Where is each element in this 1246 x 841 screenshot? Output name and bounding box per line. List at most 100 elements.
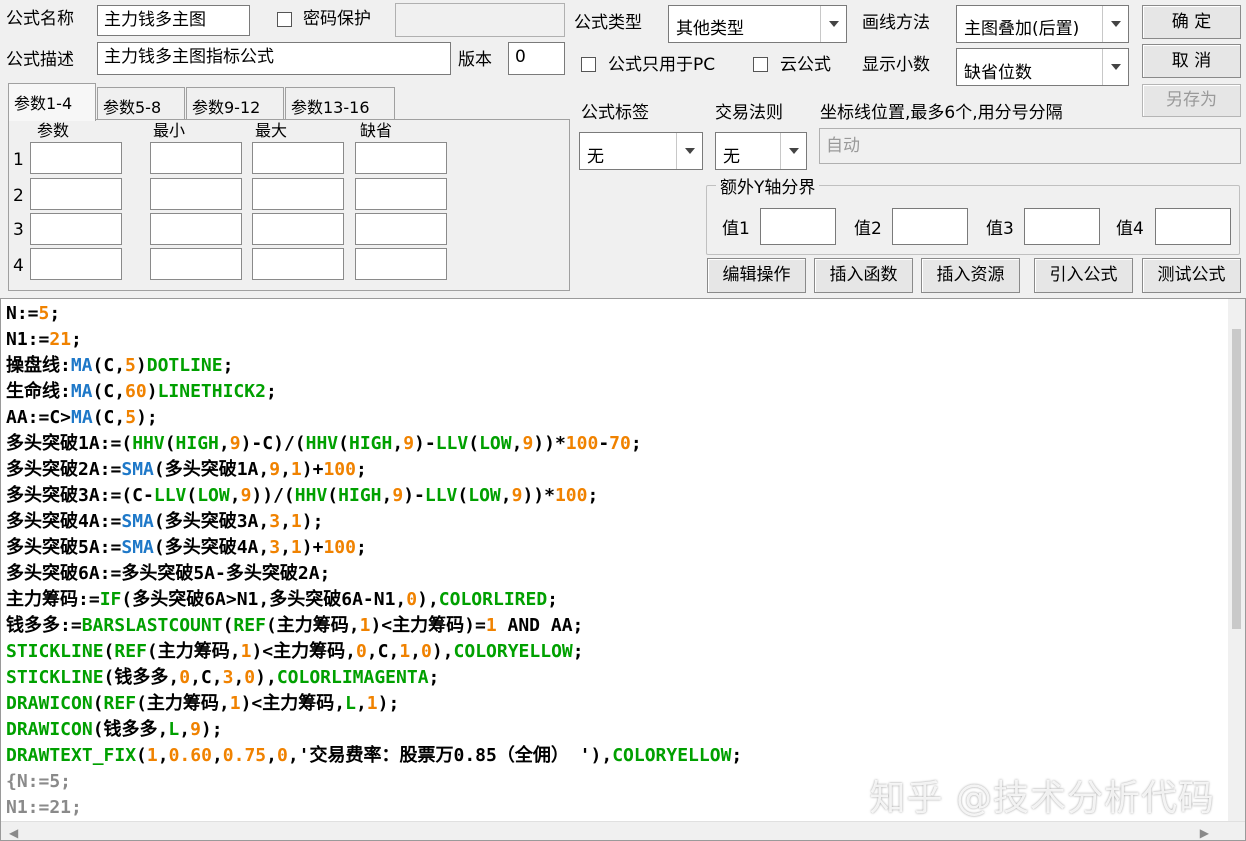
edit-ops-button[interactable]: 编辑操作 — [707, 258, 806, 293]
param-4-default-input[interactable] — [355, 248, 447, 280]
formula-desc-input[interactable]: 主力钱多主图指标公式 — [97, 42, 451, 75]
chevron-down-icon[interactable] — [1102, 49, 1128, 85]
param-4-name-input[interactable] — [30, 248, 122, 280]
scroll-thumb[interactable] — [1232, 329, 1241, 629]
code-line[interactable]: DRAWICON(REF(主力筹码,1)<主力筹码,L,1); — [6, 691, 742, 717]
value4-label: 值4 — [1116, 219, 1144, 239]
value4-input[interactable] — [1155, 208, 1231, 245]
code-line[interactable]: N1:=21; — [6, 795, 742, 821]
code-token: 0 — [406, 589, 418, 610]
param-1-default-input[interactable] — [355, 142, 447, 174]
decimals-select[interactable]: 缺省位数 — [956, 48, 1129, 86]
value3-input[interactable] — [1024, 208, 1100, 245]
param-4-max-input[interactable] — [252, 248, 344, 280]
code-token: ), — [255, 667, 277, 688]
code-token: 0.75 — [222, 745, 267, 766]
param-3-max-input[interactable] — [252, 213, 344, 245]
code-token: 9 — [392, 485, 404, 506]
password-input[interactable] — [395, 3, 565, 37]
param-1-min-input[interactable] — [150, 142, 242, 174]
code-line[interactable]: 多头突破5A:=SMA(多头突破4A,3,1)+100; — [6, 535, 742, 561]
code-token: 生命线: — [6, 381, 71, 402]
code-line[interactable]: 生命线:MA(C,60)LINETHICK2; — [6, 379, 742, 405]
code-token: 0 — [244, 667, 256, 688]
code-token: (主力筹码, — [136, 693, 230, 714]
formula-tag-label: 公式标签 — [581, 103, 649, 123]
scroll-left-icon[interactable]: ◀ — [9, 826, 18, 840]
param-1-name-input[interactable] — [30, 142, 122, 174]
code-token: 100 — [323, 537, 356, 558]
code-token: ; — [428, 667, 440, 688]
password-checkbox[interactable] — [277, 12, 292, 27]
code-line[interactable]: 多头突破6A:=多头突破5A-多头突破2A; — [6, 561, 742, 587]
version-label: 版本 — [458, 50, 492, 70]
code-line[interactable]: N:=5; — [6, 301, 742, 327]
code-editor[interactable]: N:=5; N1:=21; 操盘线:MA(C,5)DOTLINE; 生命线:MA(C,… — [0, 298, 1246, 841]
ok-button[interactable]: 确 定 — [1142, 5, 1241, 39]
code-token: 70 — [609, 433, 631, 454]
param-2-max-input[interactable] — [252, 178, 344, 210]
code-line[interactable]: 操盘线:MA(C,5)DOTLINE; — [6, 353, 742, 379]
scroll-right-icon[interactable]: ▶ — [1200, 826, 1209, 840]
formula-name-input[interactable]: 主力钱多主图 — [97, 5, 250, 36]
formula-tag-select[interactable]: 无 — [579, 132, 703, 170]
formula-type-select[interactable]: 其他类型 — [668, 5, 847, 43]
import-formula-button[interactable]: 引入公式 — [1034, 258, 1133, 293]
param-2-min-input[interactable] — [150, 178, 242, 210]
code-line[interactable]: 多头突破2A:=SMA(多头突破1A,9,1)+100; — [6, 457, 742, 483]
trade-rule-select[interactable]: 无 — [715, 132, 807, 170]
version-input[interactable]: 0 — [508, 42, 565, 75]
param-3-default-input[interactable] — [355, 213, 447, 245]
horizontal-scrollbar[interactable]: ◀ ▶ — [1, 821, 1245, 840]
code-text[interactable]: N:=5; N1:=21; 操盘线:MA(C,5)DOTLINE; 生命线:MA(C,… — [6, 301, 742, 821]
value1-input[interactable] — [760, 208, 836, 245]
code-line[interactable]: 多头突破1A:=(HHV(HIGH,9)-C)/(HHV(HIGH,9)-LLV… — [6, 431, 742, 457]
value2-input[interactable] — [892, 208, 968, 245]
coord-line-input[interactable]: 自动 — [819, 128, 1241, 164]
code-line[interactable]: {N:=5; — [6, 769, 742, 795]
code-line[interactable]: DRAWTEXT_FIX(1,0.60,0.75,0,'交易费率：股票万0.85… — [6, 743, 742, 769]
cancel-button[interactable]: 取 消 — [1142, 44, 1241, 78]
param-3-min-input[interactable] — [150, 213, 242, 245]
code-token: 9 — [403, 433, 415, 454]
param-2-name-input[interactable] — [30, 178, 122, 210]
param-3-name-input[interactable] — [30, 213, 122, 245]
code-token: 5 — [125, 407, 137, 428]
chevron-down-icon[interactable] — [780, 133, 806, 169]
tab-params-13-16[interactable]: 参数13-16 — [285, 87, 395, 120]
param-4-min-input[interactable] — [150, 248, 242, 280]
code-line[interactable]: 多头突破4A:=SMA(多头突破3A,3,1); — [6, 509, 742, 535]
vertical-scrollbar[interactable] — [1228, 299, 1245, 823]
code-line[interactable]: 主力筹码:=IF(多头突破6A>N1,多头突破6A-N1,0),COLORLIR… — [6, 587, 742, 613]
code-line[interactable]: AA:=C>MA(C,5); — [6, 405, 742, 431]
code-token: LOW — [197, 485, 230, 506]
save-as-button[interactable]: 另存为 — [1142, 84, 1241, 117]
param-header-name: 参数 — [37, 121, 70, 140]
chevron-down-icon[interactable] — [820, 6, 846, 42]
code-token: 9 — [269, 459, 281, 480]
code-line[interactable]: 钱多多:=BARSLASTCOUNT(REF(主力筹码,1)<主力筹码)=1 A… — [6, 613, 742, 639]
tab-params-9-12[interactable]: 参数9-12 — [186, 87, 284, 120]
chevron-down-icon[interactable] — [1102, 6, 1128, 42]
code-token: DRAWTEXT_FIX — [6, 745, 137, 766]
pc-only-checkbox[interactable] — [581, 57, 596, 72]
insert-function-button[interactable]: 插入函数 — [814, 258, 913, 293]
cloud-checkbox[interactable] — [753, 57, 768, 72]
test-formula-button[interactable]: 测试公式 — [1142, 258, 1241, 293]
draw-method-value: 主图叠加(后置) — [964, 19, 1080, 39]
code-line[interactable]: 多头突破3A:=(C-LLV(LOW,9))/(HHV(HIGH,9)-LLV(… — [6, 483, 742, 509]
param-2-default-input[interactable] — [355, 178, 447, 210]
code-line[interactable]: N1:=21; — [6, 327, 742, 353]
code-token: 0 — [355, 641, 367, 662]
chevron-down-icon[interactable] — [676, 133, 702, 169]
code-token: 多头突破1A:=( — [6, 433, 133, 454]
draw-method-select[interactable]: 主图叠加(后置) — [956, 5, 1129, 43]
tab-params-1-4[interactable]: 参数1-4 — [8, 83, 96, 121]
code-line[interactable]: STICKLINE(钱多多,0,C,3,0),COLORLIMAGENTA; — [6, 665, 742, 691]
code-token: 0.60 — [168, 745, 212, 766]
code-line[interactable]: DRAWICON(钱多多,L,9); — [6, 717, 742, 743]
tab-params-5-8[interactable]: 参数5-8 — [97, 87, 185, 120]
param-1-max-input[interactable] — [252, 142, 344, 174]
insert-resource-button[interactable]: 插入资源 — [921, 258, 1020, 293]
code-line[interactable]: STICKLINE(REF(主力筹码,1)<主力筹码,0,C,1,0),COLO… — [6, 639, 742, 665]
